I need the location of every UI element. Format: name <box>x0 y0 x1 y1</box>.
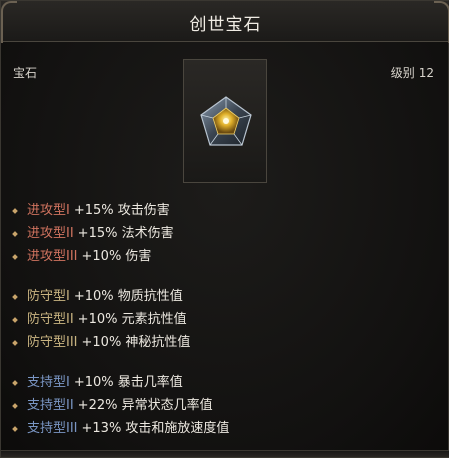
bullet-icon <box>12 231 18 237</box>
item-level: 级别 12 <box>391 64 434 81</box>
affix-support-3: 支持型III +13% 攻击和施放速度值 <box>12 417 230 440</box>
affix-defense-3: 防守型III +10% 神秘抗性值 <box>12 331 229 354</box>
affix-desc: +15% 攻击伤害 <box>73 203 170 218</box>
affix-attack-3: 进攻型III +10% 伤害 <box>12 245 229 268</box>
affix-support-2: 支持型II +22% 异常状态几率值 <box>12 394 229 417</box>
affix-support-1: 支持型I +10% 暴击几率值 <box>12 371 229 394</box>
item-icon-frame[interactable] <box>183 59 267 183</box>
bullet-icon <box>12 294 18 300</box>
affix-attack-1: 进攻型I +15% 攻击伤害 <box>12 199 229 222</box>
bullet-icon <box>12 403 18 409</box>
affix-desc: +10% 元素抗性值 <box>77 312 187 327</box>
affix-desc: +22% 异常状态几率值 <box>77 398 213 413</box>
affix-desc: +10% 物质抗性值 <box>73 289 183 304</box>
affix-tier: 防守型I <box>27 289 70 304</box>
affix-desc: +15% 法术伤害 <box>77 226 174 241</box>
bullet-icon <box>12 208 18 214</box>
affix-tier: 进攻型I <box>27 203 70 218</box>
affix-desc: +10% 暴击几率值 <box>73 375 183 390</box>
affix-tier: 进攻型III <box>27 249 78 264</box>
bullet-icon <box>12 340 18 346</box>
bullet-icon <box>12 380 18 386</box>
affix-tier: 进攻型II <box>27 226 74 241</box>
bullet-icon <box>12 254 18 260</box>
affix-tier: 防守型II <box>27 312 74 327</box>
item-level-value: 12 <box>418 66 434 80</box>
affix-desc: +10% 伤害 <box>81 249 152 264</box>
item-title: 创世宝石 <box>189 15 262 35</box>
bullet-icon <box>12 317 18 323</box>
bullet-icon <box>12 426 18 432</box>
affix-list: 进攻型I +15% 攻击伤害 进攻型II +15% 法术伤害 进攻型III +10% … <box>12 199 230 440</box>
tooltip-bottom-edge <box>1 450 449 457</box>
item-tooltip: 创世宝石 宝石 级别 12 进攻型I +15% 攻击伤害 进攻型II +15% … <box>0 0 449 458</box>
gem-icon <box>200 96 252 146</box>
item-level-label: 级别 <box>390 66 415 80</box>
affix-desc: +10% 神秘抗性值 <box>81 335 191 350</box>
affix-tier: 支持型I <box>27 375 70 390</box>
affix-desc: +13% 攻击和施放速度值 <box>81 421 230 436</box>
affix-defense-2: 防守型II +10% 元素抗性值 <box>12 308 229 331</box>
tooltip-header: 创世宝石 <box>1 1 449 43</box>
item-category: 宝石 <box>13 66 38 80</box>
affix-tier: 支持型III <box>27 421 78 436</box>
affix-tier: 支持型II <box>27 398 74 413</box>
affix-attack-2: 进攻型II +15% 法术伤害 <box>12 222 229 245</box>
affix-defense-1: 防守型I +10% 物质抗性值 <box>12 285 229 308</box>
affix-tier: 防守型III <box>27 335 78 350</box>
